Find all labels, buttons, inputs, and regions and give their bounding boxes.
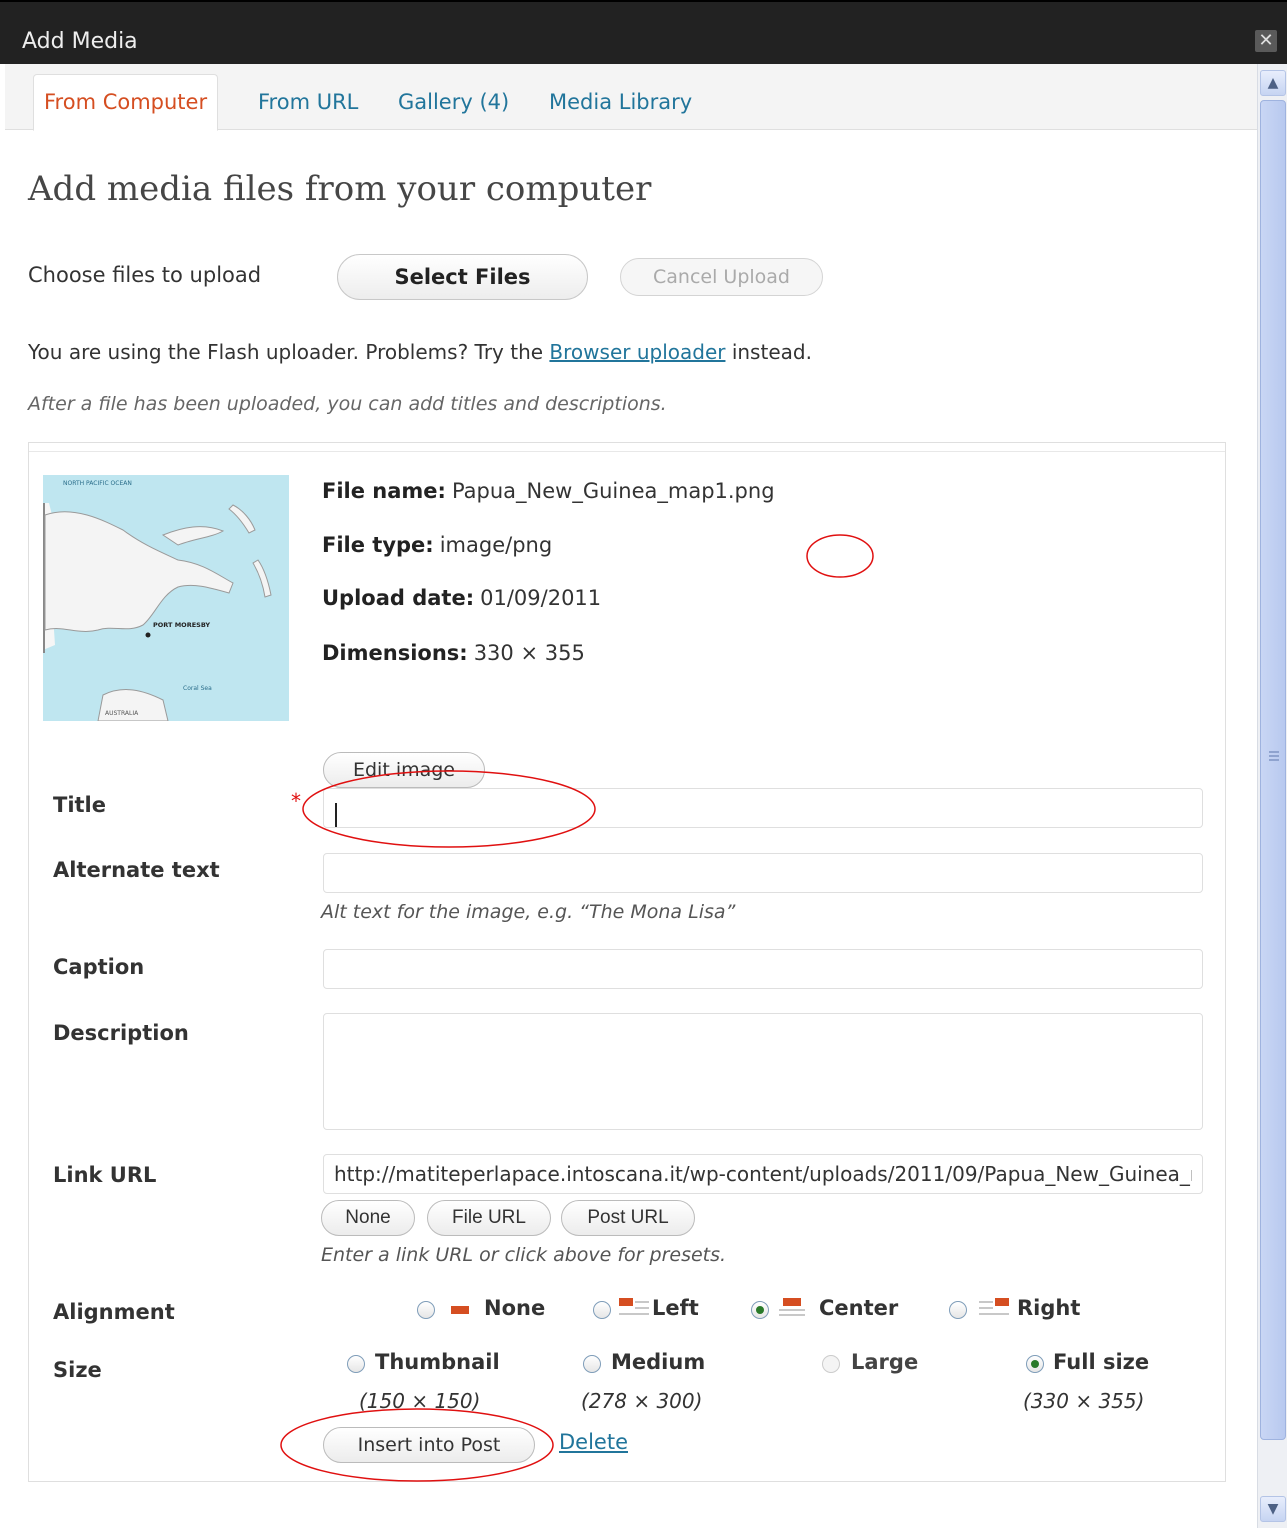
link-url-help: Enter a link URL or click above for pres… [321, 1244, 727, 1266]
file-thumbnail: NORTH PACIFIC OCEAN PORT MORESBY Coral S… [43, 475, 289, 721]
tab-gallery[interactable]: Gallery (4) [398, 90, 509, 114]
size-large-label: Large [851, 1350, 919, 1374]
dimensions-value: 330 × 355 [473, 641, 585, 665]
scroll-up-icon[interactable]: ▲ [1260, 70, 1286, 96]
vertical-scrollbar[interactable]: ▲ ▼ [1257, 64, 1287, 1528]
align-center-radio[interactable] [751, 1301, 769, 1319]
align-left-label: Left [652, 1296, 699, 1320]
align-none-icon [445, 1299, 477, 1321]
grip-icon [1269, 751, 1279, 761]
browser-uploader-link[interactable]: Browser uploader [549, 340, 725, 364]
dimensions-row: Dimensions: 330 × 355 [322, 641, 585, 665]
file-type-label: File type: [322, 533, 434, 557]
modal-title: Add Media [22, 29, 138, 54]
align-none-radio[interactable] [417, 1301, 435, 1319]
size-thumbnail-radio[interactable] [347, 1355, 365, 1373]
align-none-label: None [484, 1296, 546, 1320]
upload-date-row: Upload date: 01/09/2011 [322, 586, 601, 610]
media-item: NORTH PACIFIC OCEAN PORT MORESBY Coral S… [28, 442, 1226, 1482]
map-label-ocean: NORTH PACIFIC OCEAN [63, 480, 132, 487]
alignment-label: Alignment [53, 1300, 175, 1324]
file-type-value: image/png [439, 533, 553, 557]
size-full-dims: (330 × 355) [1023, 1389, 1145, 1413]
link-file-url-button[interactable]: File URL [427, 1200, 551, 1236]
align-left-radio[interactable] [593, 1301, 611, 1319]
choose-files-label: Choose files to upload [28, 263, 262, 287]
align-right-label: Right [1017, 1296, 1081, 1320]
file-name-label: File name: [322, 479, 446, 503]
file-type-row: File type: image/png [322, 533, 552, 557]
alt-text-help: Alt text for the image, e.g. “The Mona L… [321, 901, 736, 923]
flash-uploader-note: You are using the Flash uploader. Proble… [28, 340, 812, 364]
modal-titlebar: Add Media ✕ [0, 0, 1287, 64]
size-full-label: Full size [1053, 1350, 1150, 1374]
caption-input[interactable] [323, 949, 1203, 989]
align-right-radio[interactable] [949, 1301, 967, 1319]
title-label: Title [53, 793, 107, 817]
align-center-icon [779, 1298, 811, 1320]
item-divider [29, 451, 1225, 452]
align-left-icon [619, 1298, 651, 1320]
upload-date-value: 01/09/2011 [480, 586, 602, 610]
insert-into-post-button[interactable]: Insert into Post [323, 1427, 535, 1463]
alt-text-input[interactable] [323, 853, 1203, 893]
edit-image-button[interactable]: Edit image [323, 752, 485, 788]
media-tabs: From Computer From URL Gallery (4) Media… [5, 64, 1257, 131]
size-medium-dims: (278 × 300) [581, 1389, 703, 1413]
select-files-button[interactable]: Select Files [337, 254, 588, 300]
tab-media-library[interactable]: Media Library [549, 90, 692, 114]
caption-label: Caption [53, 955, 145, 979]
size-thumbnail-dims: (150 × 150) [359, 1389, 481, 1413]
tab-from-computer[interactable]: From Computer [33, 74, 219, 131]
scrollbar-thumb[interactable] [1260, 100, 1286, 1440]
file-name-row: File name: Papua_New_Guinea_map1.png [322, 479, 775, 503]
upload-date-label: Upload date: [322, 586, 475, 610]
size-medium-radio[interactable] [583, 1355, 601, 1373]
page-title: Add media files from your computer [28, 169, 652, 209]
after-upload-note: After a file has been uploaded, you can … [28, 393, 667, 415]
map-label-coral-sea: Coral Sea [183, 685, 212, 692]
size-medium-label: Medium [611, 1350, 706, 1374]
map-label-australia: AUSTRALIA [105, 710, 139, 717]
link-none-button[interactable]: None [321, 1200, 415, 1236]
size-label: Size [53, 1358, 102, 1382]
map-label-capital: PORT MORESBY [153, 621, 210, 629]
size-thumbnail-label: Thumbnail [375, 1350, 500, 1374]
delete-link[interactable]: Delete [559, 1430, 628, 1454]
description-label: Description [53, 1021, 189, 1045]
required-mark: * [291, 789, 301, 813]
flash-note-suffix: instead. [725, 340, 812, 364]
alt-text-label: Alternate text [53, 858, 220, 882]
align-center-label: Center [819, 1296, 899, 1320]
flash-note-text: You are using the Flash uploader. Proble… [28, 340, 550, 364]
link-url-label: Link URL [53, 1163, 157, 1187]
cancel-upload-button[interactable]: Cancel Upload [620, 258, 823, 296]
size-large-radio[interactable] [822, 1355, 840, 1373]
media-frame: From Computer From URL Gallery (4) Media… [5, 64, 1257, 1528]
close-icon[interactable]: ✕ [1255, 30, 1277, 52]
tab-from-url[interactable]: From URL [258, 90, 358, 114]
size-full-radio[interactable] [1026, 1355, 1044, 1373]
link-url-input[interactable] [323, 1154, 1203, 1194]
text-caret [335, 803, 337, 827]
map-capital-dot [145, 632, 151, 638]
align-right-icon [979, 1298, 1011, 1320]
link-post-url-button[interactable]: Post URL [561, 1200, 695, 1236]
scroll-down-icon[interactable]: ▼ [1260, 1496, 1286, 1522]
file-name-value: Papua_New_Guinea_map1.png [451, 479, 775, 503]
title-input[interactable] [323, 788, 1203, 828]
dimensions-label: Dimensions: [322, 641, 468, 665]
annotation-circle-extension [806, 534, 874, 578]
description-textarea[interactable] [323, 1013, 1203, 1130]
